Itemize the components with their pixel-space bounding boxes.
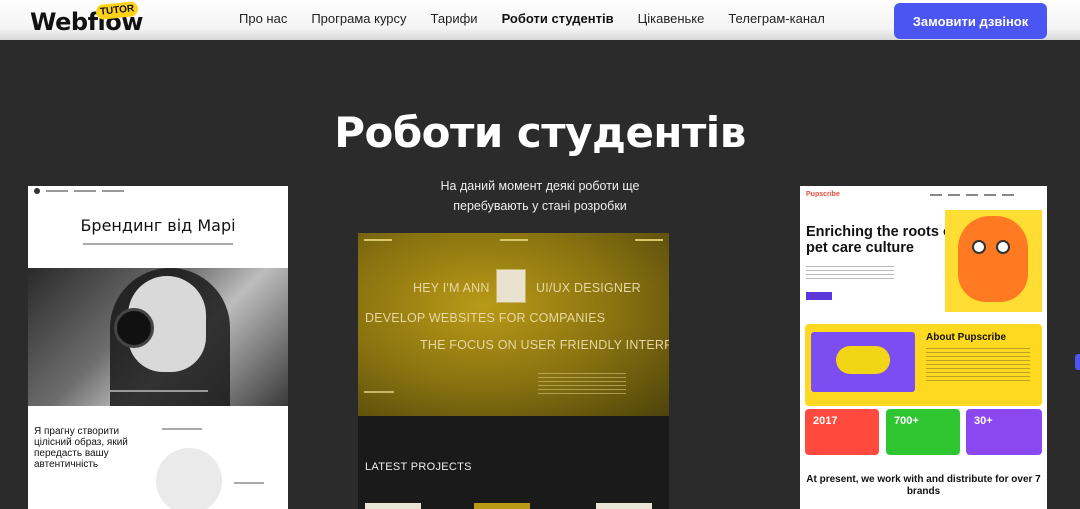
work-title: Enriching the roots of pet care culture (806, 224, 957, 256)
main-nav: Про нас Програма курсу Тарифи Роботи сту… (239, 11, 849, 26)
section-title: Роботи студентів (334, 108, 746, 157)
stat-card: 2017 (805, 409, 879, 455)
work-card-branding[interactable]: Брендинг від Марі Я прагну створити цілі… (28, 186, 288, 509)
nav-item-program[interactable]: Програма курсу (311, 11, 406, 26)
nav-item-student-works[interactable]: Роботи студентів (502, 11, 614, 26)
work-subtitle-line (83, 243, 233, 245)
work-title: Брендинг від Марі (80, 216, 236, 235)
project-thumbnail (596, 503, 652, 509)
work-card-pupscribe[interactable]: Pupscribe Enriching the roots of pet car… (800, 186, 1047, 509)
nav-item-pricing[interactable]: Тарифи (431, 11, 478, 26)
pupscribe-logo: Pupscribe (806, 191, 840, 198)
work-card-portfolio[interactable]: HEY I'M ANN UI/UX DESIGNER DEVELOP WEBSI… (358, 233, 669, 509)
about-title: About Pupscribe (926, 332, 1007, 343)
toy-cat-image (958, 216, 1028, 302)
portrait-thumbnail (496, 269, 526, 303)
section-note: На даний момент деякі роботи ще перебува… (440, 179, 640, 213)
stat-card: 700+ (886, 409, 960, 455)
preview-navbar (28, 186, 288, 196)
latest-projects-heading: LATEST PROJECTS (365, 461, 472, 473)
brands-statement: At present, we work with and distribute … (806, 474, 1041, 497)
preview-navbar (930, 194, 1014, 196)
camera-lens-icon (114, 308, 154, 348)
hero-line-1b: UI/UX DESIGNER (536, 281, 641, 295)
work-tagline: Я прагну створити цілісний образ, який п… (34, 426, 128, 470)
preview-button (806, 292, 832, 300)
nav-item-interesting[interactable]: Цікавеньке (638, 11, 705, 26)
hero-line-1a: HEY I'M ANN (413, 281, 490, 295)
portrait-photo (28, 268, 288, 406)
project-thumbnail (474, 503, 530, 509)
hero-line-3: THE FOCUS ON USER FRIENDLY INTERFACE (420, 338, 669, 352)
nav-item-about[interactable]: Про нас (239, 11, 287, 26)
decorative-circle (156, 448, 222, 509)
request-call-button[interactable]: Замовити дзвінок (894, 3, 1047, 39)
preview-navbar (364, 239, 663, 243)
hero-line-2: DEVELOP WEBSITES FOR COMPANIES (365, 311, 606, 325)
scroll-handle[interactable] (1075, 354, 1080, 370)
project-thumbnail (365, 503, 421, 509)
stat-card: 30+ (966, 409, 1042, 455)
portfolio-hero: HEY I'M ANN UI/UX DESIGNER DEVELOP WEBSI… (358, 233, 669, 416)
site-header: Webflow TUTOR Про нас Програма курсу Тар… (0, 0, 1080, 40)
nav-item-telegram[interactable]: Телеграм-канал (728, 11, 825, 26)
